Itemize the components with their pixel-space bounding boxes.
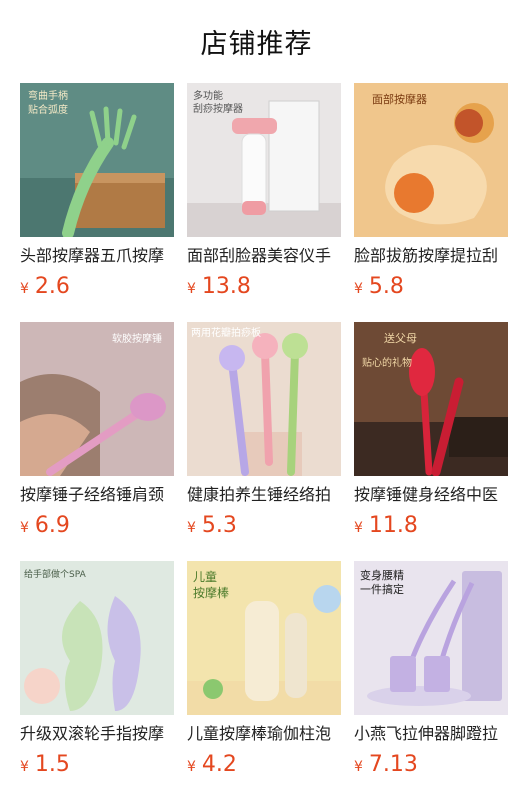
product-card[interactable]: 两用花瓣拍痧板 健康拍养生锤经络拍 ¥5.3 (187, 322, 341, 542)
product-card[interactable]: 多功能 刮痧按摩器 面部刮脸器美容仪手 ¥13.8 (187, 83, 341, 303)
overlay-text: 两用花瓣拍痧板 (191, 326, 261, 339)
currency-symbol: ¥ (354, 520, 363, 536)
overlay-text: 刮痧按摩器 (193, 102, 243, 115)
product-card[interactable]: 弯曲手柄 贴合弧度 头部按摩器五爪按摩 ¥2.6 (20, 83, 174, 303)
product-price: ¥5.3 (187, 512, 237, 540)
price-value: 13.8 (201, 274, 251, 299)
product-price: ¥6.9 (20, 512, 70, 540)
currency-symbol: ¥ (20, 520, 29, 536)
product-name[interactable]: 健康拍养生锤经络拍 (187, 484, 341, 506)
product-name[interactable]: 升级双滚轮手指按摩 (20, 723, 174, 745)
price-value: 1.5 (34, 752, 70, 777)
currency-symbol: ¥ (187, 759, 196, 775)
product-image[interactable]: 两用花瓣拍痧板 (187, 322, 341, 476)
product-image[interactable]: 弯曲手柄 贴合弧度 (20, 83, 174, 237)
currency-symbol: ¥ (20, 759, 29, 775)
currency-symbol: ¥ (187, 281, 196, 297)
product-image[interactable]: 软胶按摩锤 (20, 322, 174, 476)
overlay-text: 软胶按摩锤 (112, 332, 162, 345)
product-name[interactable]: 小燕飞拉伸器脚蹬拉 (354, 723, 508, 745)
price-value: 5.8 (368, 274, 404, 299)
price-value: 11.8 (368, 513, 418, 538)
overlay-text: 送父母 (384, 331, 417, 345)
product-card[interactable]: 给手部做个SPA 升级双滚轮手指按摩 ¥1.5 (20, 561, 174, 781)
product-name[interactable]: 按摩锤子经络锤肩颈 (20, 484, 174, 506)
product-name[interactable]: 按摩锤健身经络中医 (354, 484, 508, 506)
overlay-text: 多功能 (193, 89, 223, 102)
product-image[interactable]: 变身腰精 一件搞定 (354, 561, 508, 715)
product-image[interactable]: 给手部做个SPA (20, 561, 174, 715)
product-image[interactable]: 面部按摩器 (354, 83, 508, 237)
product-name[interactable]: 儿童按摩棒瑜伽柱泡 (187, 723, 341, 745)
price-value: 5.3 (201, 513, 237, 538)
product-price: ¥5.8 (354, 273, 404, 301)
overlay-text: 一件搞定 (360, 582, 404, 596)
price-value: 2.6 (34, 274, 70, 299)
price-value: 6.9 (34, 513, 70, 538)
overlay-text: 儿童 (193, 569, 217, 584)
overlay-text: 给手部做个SPA (24, 568, 87, 580)
currency-symbol: ¥ (354, 759, 363, 775)
product-price: ¥11.8 (354, 512, 418, 540)
price-value: 4.2 (201, 752, 237, 777)
product-card[interactable]: 变身腰精 一件搞定 小燕飞拉伸器脚蹬拉 ¥7.13 (354, 561, 508, 781)
product-price: ¥1.5 (20, 751, 70, 779)
product-image[interactable]: 送父母 贴心的礼物 (354, 322, 508, 476)
overlay-text: 贴心的礼物 (362, 356, 412, 369)
product-name[interactable]: 脸部拔筋按摩提拉刮 (354, 245, 508, 267)
product-price: ¥2.6 (20, 273, 70, 301)
product-image[interactable]: 多功能 刮痧按摩器 (187, 83, 341, 237)
overlay-text: 面部按摩器 (372, 92, 427, 106)
overlay-text: 弯曲手柄 (28, 89, 68, 102)
product-price: ¥7.13 (354, 751, 418, 779)
product-card[interactable]: 面部按摩器 脸部拔筋按摩提拉刮 ¥5.8 (354, 83, 508, 303)
product-card[interactable]: 送父母 贴心的礼物 按摩锤健身经络中医 ¥11.8 (354, 322, 508, 542)
product-price: ¥4.2 (187, 751, 237, 779)
currency-symbol: ¥ (187, 520, 196, 536)
product-price: ¥13.8 (187, 273, 251, 301)
currency-symbol: ¥ (354, 281, 363, 297)
currency-symbol: ¥ (20, 281, 29, 297)
product-image[interactable]: 儿童 按摩棒 (187, 561, 341, 715)
overlay-text: 按摩棒 (193, 585, 229, 600)
page-title: 店铺推荐 (200, 29, 313, 60)
product-card[interactable]: 软胶按摩锤 按摩锤子经络锤肩颈 ¥6.9 (20, 322, 174, 542)
overlay-text: 变身腰精 (360, 568, 404, 582)
price-value: 7.13 (368, 752, 418, 777)
product-card[interactable]: 儿童 按摩棒 儿童按摩棒瑜伽柱泡 ¥4.2 (187, 561, 341, 781)
product-name[interactable]: 头部按摩器五爪按摩 (20, 245, 174, 267)
overlay-text: 贴合弧度 (28, 103, 68, 116)
product-name[interactable]: 面部刮脸器美容仪手 (187, 245, 341, 267)
